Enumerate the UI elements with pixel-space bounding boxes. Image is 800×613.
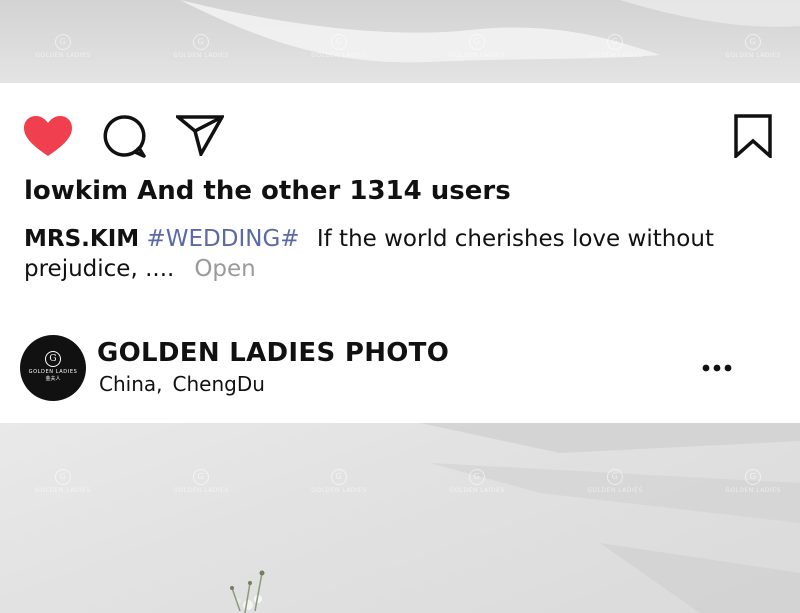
bookmark-icon — [734, 114, 772, 160]
location-separator: , — [156, 372, 163, 396]
comment-icon — [103, 115, 146, 158]
watermark: G GOLDEN LADIES — [166, 34, 236, 59]
watermark: G GOLDEN LADIES — [442, 469, 512, 494]
comment-button[interactable] — [102, 114, 146, 162]
avatar-brand: GOLDEN LADIES — [28, 369, 78, 375]
previous-post-image: G GOLDEN LADIES G GOLDEN LADIES G GOLDEN LA… — [0, 0, 800, 83]
watermark: G GOLDEN LADIES — [304, 469, 374, 494]
send-icon — [173, 115, 226, 159]
watermark: G GOLDEN LADIES — [166, 469, 236, 494]
watermark: G GOLDEN LADIES — [580, 469, 650, 494]
watermark: G GOLDEN LADIES — [28, 34, 98, 59]
location-city: ChengDu — [172, 372, 265, 396]
avatar-subtext: 金夫人 — [45, 376, 61, 382]
watermark: G GOLDEN LADIES — [718, 34, 788, 59]
watermark: G GOLDEN LADIES — [28, 469, 98, 494]
share-button[interactable] — [173, 114, 226, 160]
save-button[interactable] — [734, 114, 772, 162]
fabric-drape-shape — [180, 0, 800, 63]
caption-author[interactable]: MRS.KIM — [24, 226, 139, 252]
watermark: G GOLDEN LADIES — [718, 469, 788, 494]
watermark: G GOLDEN LADIES — [580, 34, 650, 59]
caption-more-link[interactable]: Open — [194, 256, 255, 282]
post-image[interactable]: G GOLDEN LADIES G GOLDEN LADIES G GOLDEN LA… — [0, 423, 800, 613]
caption-text: If the world cherishes love without — [316, 226, 714, 252]
watermark: G GOLDEN LADIES — [304, 34, 374, 59]
flower-bouquet-shape — [230, 570, 265, 613]
likes-count[interactable]: lowkim And the other 1314 users — [24, 176, 511, 206]
heart-icon — [24, 116, 72, 156]
caption-hashtag[interactable]: #WEDDING# — [146, 226, 299, 252]
location-country: China — [99, 372, 157, 396]
avatar[interactable]: G GOLDEN LADIES 金夫人 — [20, 335, 86, 401]
post-caption: MRS.KIM #WEDDING# If the world cherishes… — [24, 224, 724, 284]
more-horizontal-icon — [702, 364, 732, 372]
watermark: G GOLDEN LADIES — [442, 34, 512, 59]
light-shadow-shape — [230, 423, 800, 613]
account-name[interactable]: GOLDEN LADIES PHOTO — [97, 338, 449, 368]
avatar-logo: G — [45, 351, 61, 367]
post-location[interactable]: China, ChengDu — [99, 372, 265, 396]
caption-text-continued: prejudice, .... — [24, 256, 175, 282]
like-button[interactable] — [24, 116, 72, 162]
more-options-button[interactable] — [702, 360, 732, 379]
